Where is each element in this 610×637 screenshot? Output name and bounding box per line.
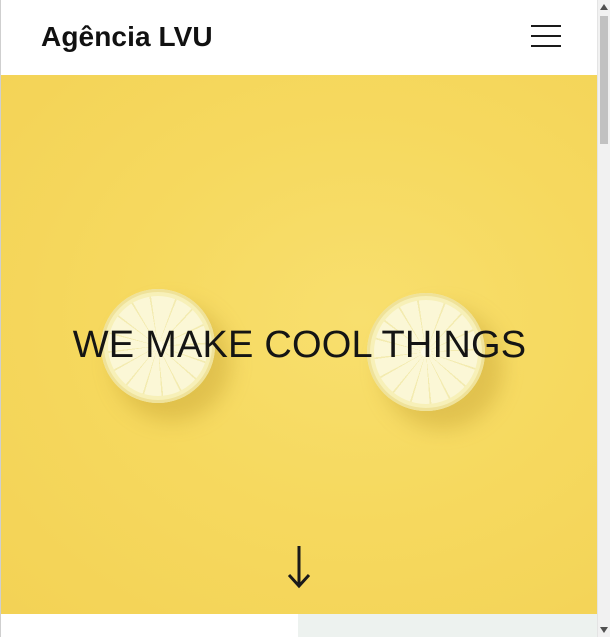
arrow-down-icon[interactable] (284, 543, 314, 589)
scrollbar-thumb[interactable] (600, 16, 608, 144)
next-section (1, 614, 597, 637)
menu-line (531, 45, 561, 47)
next-section-image (298, 614, 597, 637)
vertical-scrollbar[interactable] (597, 0, 610, 637)
menu-line (531, 25, 561, 27)
page: Agência LVU WE MAKE COOL THINGS (0, 0, 597, 637)
hamburger-menu-icon[interactable] (529, 22, 563, 50)
hero-title: WE MAKE COOL THINGS (72, 324, 527, 366)
menu-line (531, 35, 561, 37)
brand-logo-text[interactable]: Agência LVU (41, 19, 213, 55)
site-header: Agência LVU (1, 0, 597, 75)
browser-viewport: Agência LVU WE MAKE COOL THINGS (0, 0, 610, 637)
scroll-up-arrow-icon[interactable] (598, 0, 610, 14)
hero-section: WE MAKE COOL THINGS (1, 75, 597, 614)
scroll-down-arrow-icon[interactable] (598, 623, 610, 637)
